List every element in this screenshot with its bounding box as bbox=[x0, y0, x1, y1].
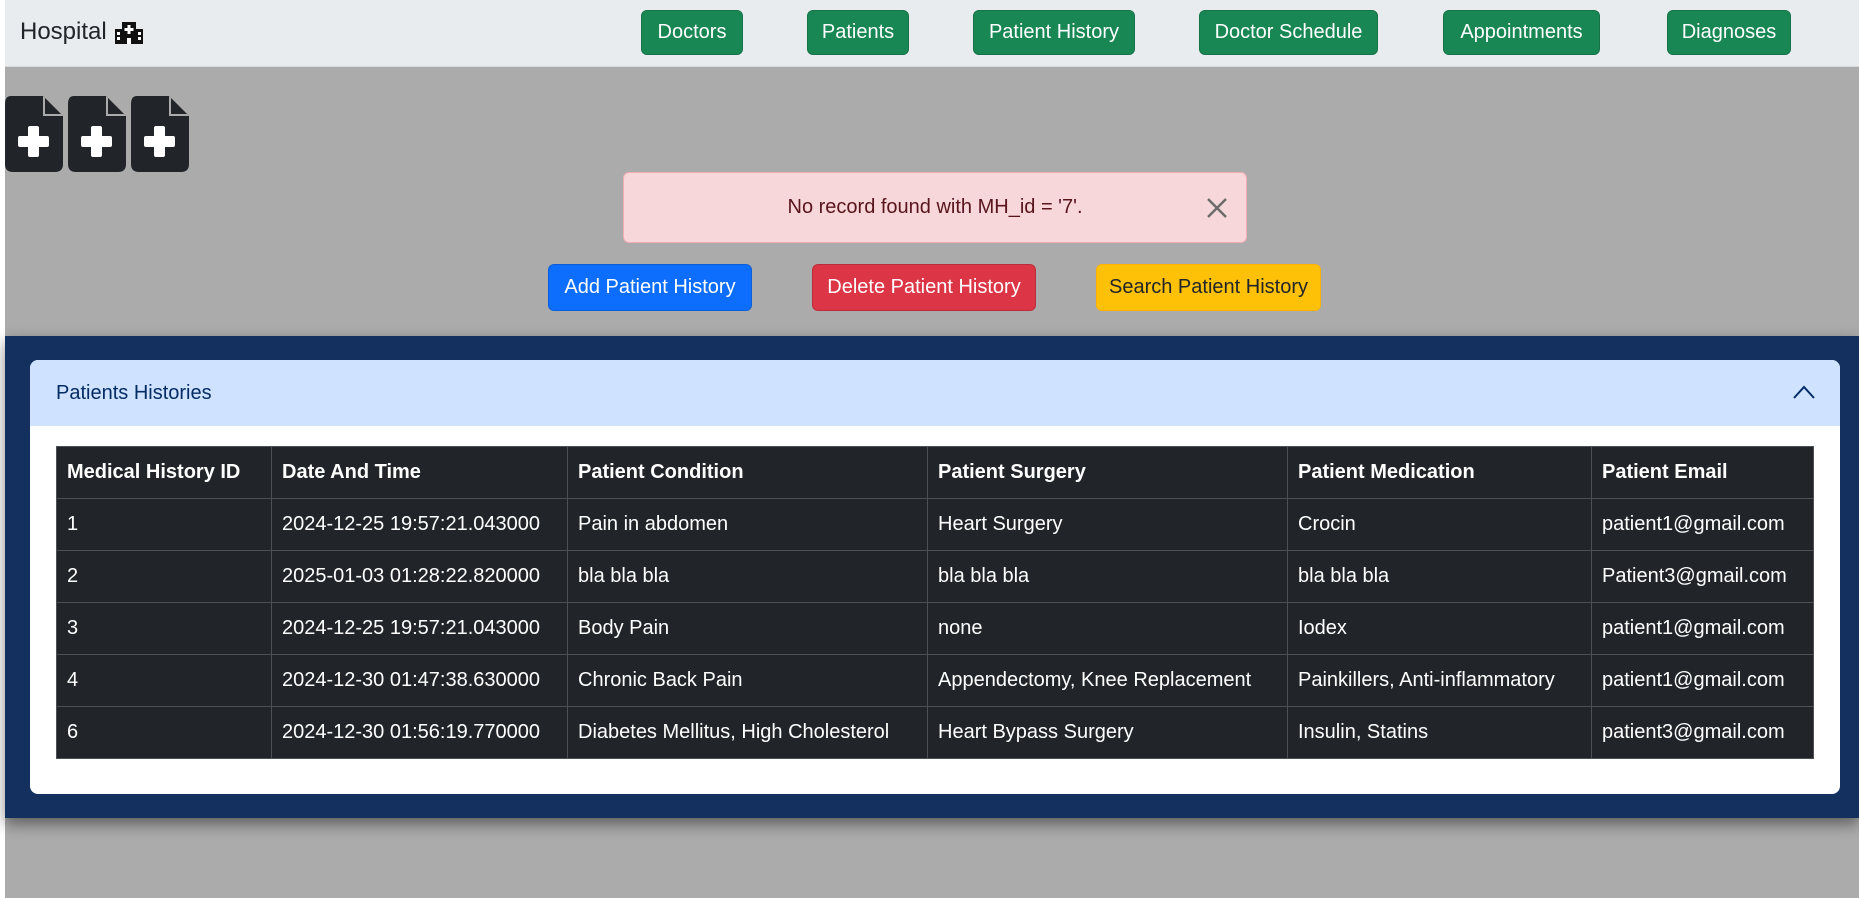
nav-appointments-button[interactable]: Appointments bbox=[1443, 10, 1600, 55]
cell-surgery: Heart Bypass Surgery bbox=[927, 706, 1288, 759]
patients-histories-accordion: Patients Histories Medical History ID Da… bbox=[30, 360, 1840, 794]
col-header-patient-medication: Patient Medication bbox=[1287, 446, 1592, 499]
col-header-medical-history-id: Medical History ID bbox=[56, 446, 272, 499]
nav-doctor-schedule-button[interactable]: Doctor Schedule bbox=[1199, 10, 1378, 55]
table-row: 2 2025-01-03 01:28:22.820000 bla bla bla… bbox=[56, 550, 1814, 603]
cell-email: Patient3@gmail.com bbox=[1591, 550, 1814, 603]
cell-medication: Painkillers, Anti-inflammatory bbox=[1287, 654, 1592, 707]
file-medical-icon[interactable] bbox=[131, 96, 189, 172]
table-row: 4 2024-12-30 01:47:38.630000 Chronic Bac… bbox=[56, 654, 1814, 707]
nav-doctors-button[interactable]: Doctors bbox=[641, 10, 743, 55]
col-header-patient-email: Patient Email bbox=[1591, 446, 1814, 499]
cell-condition: Chronic Back Pain bbox=[567, 654, 928, 707]
error-alert: No record found with MH_id = '7'. bbox=[623, 172, 1247, 243]
cell-email: patient1@gmail.com bbox=[1591, 654, 1814, 707]
nav-patients-button[interactable]: Patients bbox=[807, 10, 909, 55]
brand-label: Hospital bbox=[20, 18, 107, 45]
close-icon[interactable] bbox=[1204, 195, 1230, 221]
table-row: 1 2024-12-25 19:57:21.043000 Pain in abd… bbox=[56, 498, 1814, 551]
cell-medication: Insulin, Statins bbox=[1287, 706, 1592, 759]
cell-medication: bla bla bla bbox=[1287, 550, 1592, 603]
cell-surgery: none bbox=[927, 602, 1288, 655]
cell-medication: Iodex bbox=[1287, 602, 1592, 655]
accordion-header[interactable]: Patients Histories bbox=[30, 360, 1840, 426]
cell-datetime: 2025-01-03 01:28:22.820000 bbox=[271, 550, 568, 603]
cell-email: patient3@gmail.com bbox=[1591, 706, 1814, 759]
col-header-date-time: Date And Time bbox=[271, 446, 568, 499]
cell-id: 4 bbox=[56, 654, 272, 707]
cell-id: 6 bbox=[56, 706, 272, 759]
cell-surgery: bla bla bla bbox=[927, 550, 1288, 603]
nav-diagnoses-button[interactable]: Diagnoses bbox=[1667, 10, 1791, 55]
add-patient-history-button[interactable]: Add Patient History bbox=[548, 264, 752, 311]
cell-condition: Diabetes Mellitus, High Cholesterol bbox=[567, 706, 928, 759]
cell-condition: Pain in abdomen bbox=[567, 498, 928, 551]
cell-id: 1 bbox=[56, 498, 272, 551]
table-header-row: Medical History ID Date And Time Patient… bbox=[56, 446, 1814, 499]
cell-condition: Body Pain bbox=[567, 602, 928, 655]
col-header-patient-surgery: Patient Surgery bbox=[927, 446, 1288, 499]
cell-id: 3 bbox=[56, 602, 272, 655]
cell-condition: bla bla bla bbox=[567, 550, 928, 603]
table-row: 3 2024-12-25 19:57:21.043000 Body Pain n… bbox=[56, 602, 1814, 655]
cell-datetime: 2024-12-25 19:57:21.043000 bbox=[271, 498, 568, 551]
delete-patient-history-button[interactable]: Delete Patient History bbox=[812, 264, 1036, 311]
file-medical-icon[interactable] bbox=[68, 96, 126, 172]
cell-email: patient1@gmail.com bbox=[1591, 498, 1814, 551]
patient-history-panel: Patients Histories Medical History ID Da… bbox=[5, 336, 1859, 818]
table-row: 6 2024-12-30 01:56:19.770000 Diabetes Me… bbox=[56, 706, 1814, 759]
col-header-patient-condition: Patient Condition bbox=[567, 446, 928, 499]
cell-medication: Crocin bbox=[1287, 498, 1592, 551]
nav-patient-history-button[interactable]: Patient History bbox=[973, 10, 1135, 55]
search-patient-history-button[interactable]: Search Patient History bbox=[1096, 264, 1321, 311]
file-icons-group bbox=[5, 96, 189, 172]
cell-email: patient1@gmail.com bbox=[1591, 602, 1814, 655]
alert-message: No record found with MH_id = '7'. bbox=[787, 196, 1083, 218]
cell-surgery: Appendectomy, Knee Replacement bbox=[927, 654, 1288, 707]
cell-datetime: 2024-12-25 19:57:21.043000 bbox=[271, 602, 568, 655]
hospital-icon bbox=[114, 22, 143, 44]
cell-surgery: Heart Surgery bbox=[927, 498, 1288, 551]
cell-id: 2 bbox=[56, 550, 272, 603]
cell-datetime: 2024-12-30 01:47:38.630000 bbox=[271, 654, 568, 707]
chevron-up-icon[interactable] bbox=[1792, 382, 1816, 402]
patient-history-table: Medical History ID Date And Time Patient… bbox=[56, 446, 1814, 759]
brand[interactable]: Hospital bbox=[20, 18, 143, 46]
cell-datetime: 2024-12-30 01:56:19.770000 bbox=[271, 706, 568, 759]
accordion-title: Patients Histories bbox=[56, 381, 212, 404]
file-medical-icon[interactable] bbox=[5, 96, 63, 172]
top-navbar: Hospital Doctors Patients Patient Histor… bbox=[5, 0, 1859, 67]
